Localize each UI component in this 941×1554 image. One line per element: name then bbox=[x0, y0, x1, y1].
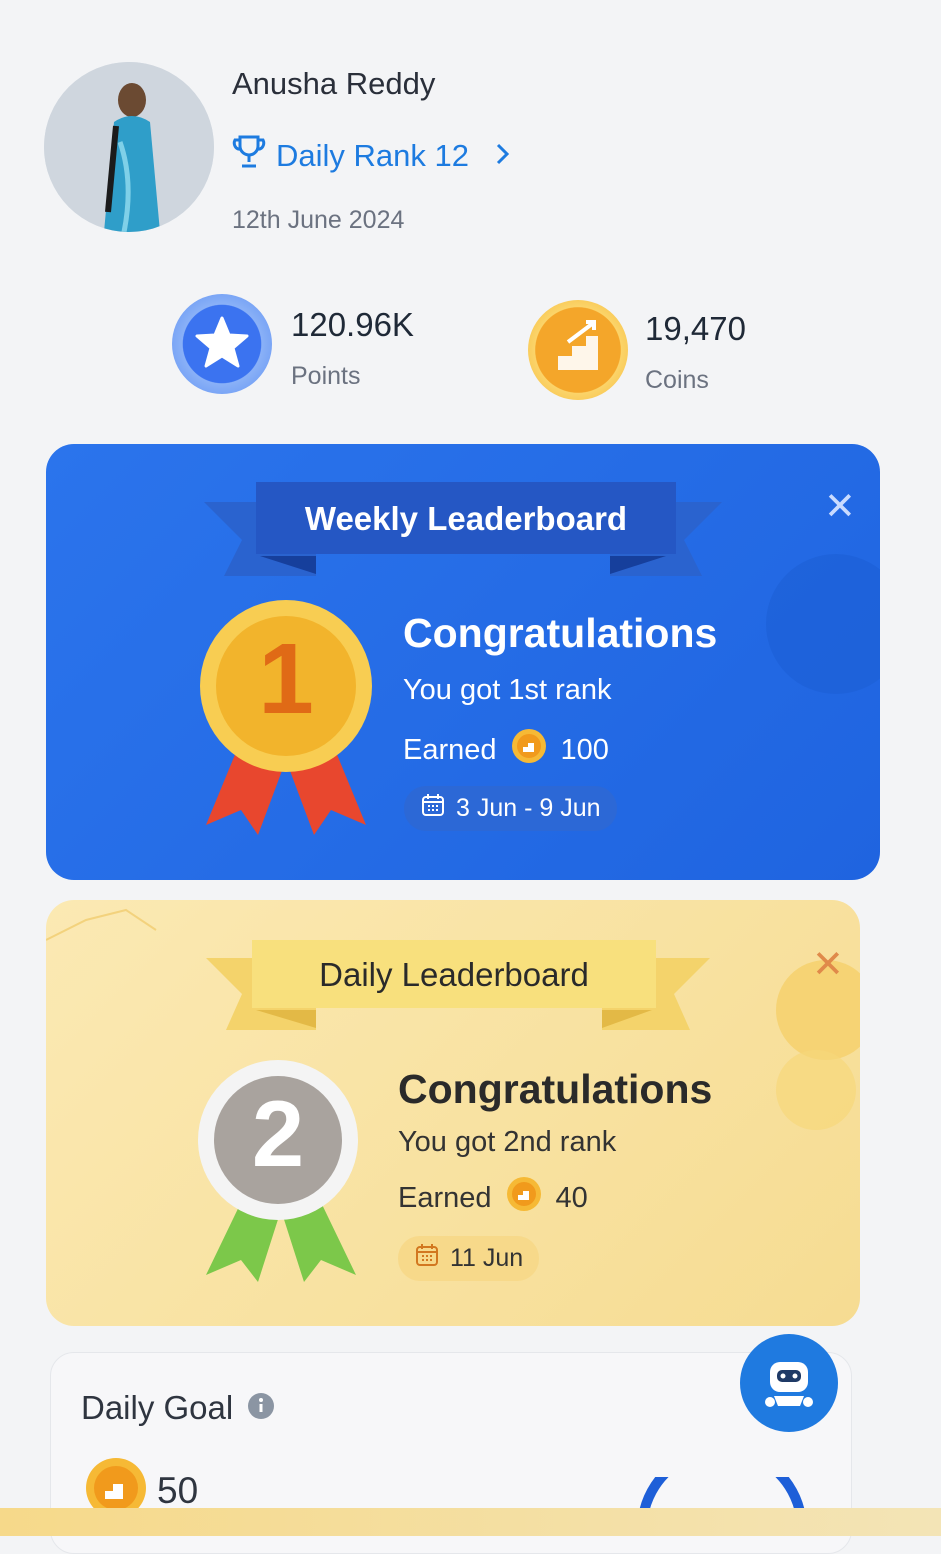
daily-congrats: Congratulations bbox=[398, 1066, 713, 1112]
weekly-leaderboard-card[interactable]: Weekly Leaderboard ✕ 1 Congratulations Y… bbox=[46, 444, 880, 880]
trophy-icon bbox=[232, 134, 266, 178]
calendar-icon bbox=[414, 1242, 440, 1275]
daily-close-icon[interactable]: ✕ bbox=[812, 946, 844, 984]
profile-photo bbox=[44, 62, 214, 232]
daily-earned-label: Earned bbox=[398, 1181, 492, 1214]
coin-icon bbox=[511, 728, 547, 772]
weekly-rank-number: 1 bbox=[258, 623, 314, 735]
coins-value: 19,470 bbox=[645, 310, 746, 347]
bottom-bar bbox=[0, 1508, 941, 1536]
weekly-earned-row: Earned 100 bbox=[403, 728, 609, 772]
coins-label: Coins bbox=[645, 366, 709, 394]
assistant-bot-button[interactable] bbox=[740, 1334, 838, 1432]
daily-leaderboard-card[interactable]: Daily Leaderboard ✕ 2 Congratulations Yo… bbox=[46, 900, 860, 1326]
daily-message: You got 2nd rank bbox=[398, 1126, 617, 1158]
weekly-congrats: Congratulations bbox=[403, 610, 718, 656]
daily-title: Daily Leaderboard bbox=[319, 956, 589, 993]
daily-goal-amount: 50 bbox=[157, 1469, 199, 1511]
coin-icon bbox=[528, 300, 628, 400]
daily-date-pill: 11 Jun bbox=[398, 1236, 540, 1281]
robot-icon bbox=[765, 1362, 813, 1407]
weekly-title: Weekly Leaderboard bbox=[304, 500, 628, 537]
daily-rank-label: Daily Rank 12 bbox=[276, 138, 469, 173]
info-icon[interactable] bbox=[247, 1392, 275, 1425]
weekly-earned-label: Earned bbox=[403, 733, 497, 766]
star-icon bbox=[172, 294, 272, 394]
weekly-close-icon[interactable]: ✕ bbox=[824, 488, 856, 526]
daily-date-range: 11 Jun bbox=[450, 1244, 524, 1272]
weekly-date-range: 3 Jun - 9 Jun bbox=[456, 794, 601, 822]
daily-goal-title: Daily Goal bbox=[81, 1389, 234, 1426]
daily-rank-number: 2 bbox=[251, 1081, 305, 1186]
user-name: Anusha Reddy bbox=[232, 66, 436, 101]
daily-earned-row: Earned 40 bbox=[398, 1176, 588, 1220]
daily-goal-header: Daily Goal bbox=[81, 1389, 275, 1427]
avatar[interactable] bbox=[44, 62, 214, 232]
daily-rank-link[interactable]: Daily Rank 12 bbox=[232, 134, 511, 178]
weekly-earned-amount: 100 bbox=[560, 733, 609, 766]
weekly-message: You got 1st rank bbox=[403, 674, 612, 706]
weekly-date-pill: 3 Jun - 9 Jun bbox=[404, 786, 617, 831]
points-label: Points bbox=[291, 362, 361, 390]
points-value: 120.96K bbox=[291, 306, 414, 343]
daily-earned-amount: 40 bbox=[555, 1181, 588, 1214]
calendar-icon bbox=[420, 792, 446, 825]
profile-date: 12th June 2024 bbox=[232, 206, 405, 234]
coin-icon bbox=[506, 1176, 542, 1220]
chevron-right-icon bbox=[495, 138, 511, 174]
